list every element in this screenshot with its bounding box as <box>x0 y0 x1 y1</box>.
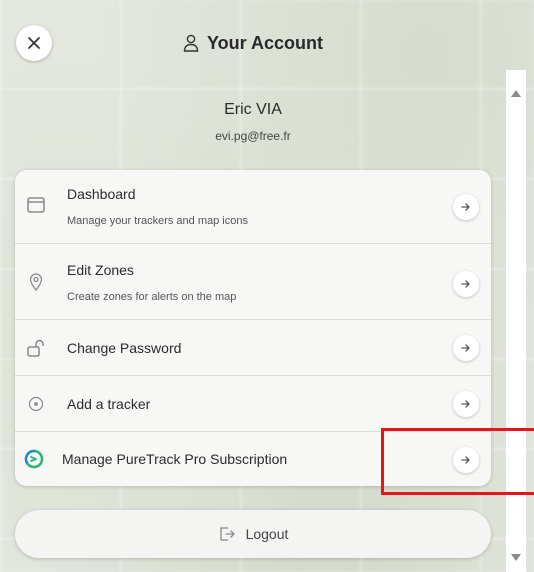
dashboard-icon <box>25 194 47 216</box>
arrow-right-icon <box>461 280 470 288</box>
logout-button[interactable]: Logout <box>15 510 491 558</box>
menu-item-add-tracker[interactable]: Add a tracker <box>15 376 491 432</box>
highlight-annotation-box <box>381 428 534 495</box>
unlock-icon <box>25 337 47 359</box>
menu-item-dashboard[interactable]: Dashboard Manage your trackers and map i… <box>15 170 491 244</box>
arrow-right-icon <box>461 203 470 211</box>
logout-icon <box>219 527 235 541</box>
page-title: Your Account <box>207 32 323 53</box>
menu-item-description: Manage your trackers and map icons <box>67 215 248 227</box>
menu-item-label: Dashboard <box>67 186 136 202</box>
menu-item-label: Manage PureTrack Pro Subscription <box>62 451 288 467</box>
location-pin-icon <box>25 271 47 293</box>
arrow-right-icon <box>461 400 470 408</box>
vertical-scrollbar[interactable] <box>506 70 526 572</box>
scroll-up-arrow-icon[interactable] <box>511 90 521 97</box>
arrow-right-icon <box>461 344 470 352</box>
menu-item-label: Add a tracker <box>67 396 151 412</box>
scroll-down-arrow-icon[interactable] <box>511 554 521 561</box>
menu-item-label: Change Password <box>67 340 182 356</box>
user-email: evi.pg@free.fr <box>215 129 291 143</box>
panel-header: Your Account <box>0 30 506 56</box>
dashboard-arrow-button[interactable] <box>453 194 479 220</box>
edit-zones-arrow-button[interactable] <box>453 271 479 297</box>
add-tracker-arrow-button[interactable] <box>453 391 479 417</box>
user-name: Eric VIA <box>224 101 282 118</box>
menu-item-description: Create zones for alerts on the map <box>67 291 237 303</box>
puretrack-logo-icon <box>23 448 45 470</box>
menu-item-label: Edit Zones <box>67 262 134 278</box>
user-icon <box>183 34 199 52</box>
add-circle-icon <box>25 393 47 415</box>
menu-item-change-password[interactable]: Change Password <box>15 320 491 376</box>
logout-label: Logout <box>245 526 289 542</box>
change-password-arrow-button[interactable] <box>453 335 479 361</box>
menu-item-edit-zones[interactable]: Edit Zones Create zones for alerts on th… <box>15 244 491 320</box>
